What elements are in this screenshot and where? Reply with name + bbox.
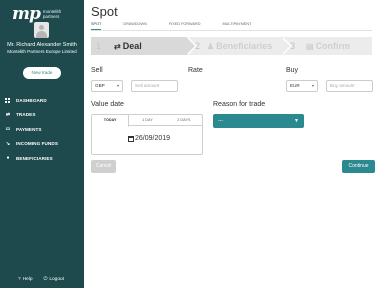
sidebar-item-payments[interactable]: ▭ PAYMENTS bbox=[5, 122, 83, 137]
step-number: 3 bbox=[290, 41, 296, 51]
sell-label: Sell bbox=[91, 67, 103, 74]
logo-mark: mp bbox=[12, 4, 41, 24]
value-date-text: 26/09/2019 bbox=[135, 135, 171, 142]
value-date-display[interactable]: 26/09/2019 bbox=[128, 135, 170, 142]
avatar[interactable] bbox=[34, 22, 49, 38]
help-link[interactable]: Help bbox=[23, 277, 33, 282]
step-deal: 1 ⇄ Deal bbox=[91, 37, 197, 55]
value-date-label: Value date bbox=[91, 101, 124, 108]
calendar-icon bbox=[128, 135, 134, 142]
step-confirm: 3 ▤ Confirm bbox=[281, 37, 372, 55]
trade-type-tabs: SPOT DRAWDOWN FIXED FORWARD MULTIPAYMENT bbox=[91, 20, 273, 30]
sidebar-item-trades[interactable]: ⇄ TRADES bbox=[5, 108, 83, 123]
logout-link[interactable]: Logout bbox=[49, 277, 64, 282]
step-label: Confirm bbox=[315, 41, 351, 51]
tab-today[interactable]: TODAY bbox=[92, 115, 130, 127]
sell-amount-input[interactable]: Sell amount bbox=[131, 80, 178, 92]
buy-currency-select[interactable]: EUR ▾ bbox=[286, 80, 318, 92]
chevron-down-icon: ▾ bbox=[116, 83, 119, 88]
company-name: Montelith Partners Europe Limited bbox=[7, 49, 77, 54]
people-icon: ♟ bbox=[207, 41, 215, 51]
cancel-button[interactable]: Cancel bbox=[91, 160, 116, 173]
sidebar-item-label: PAYMENTS bbox=[16, 126, 42, 132]
step-beneficiaries: 2 ♟ Beneficiaries bbox=[186, 37, 292, 55]
reason-select[interactable]: --- ▼ bbox=[213, 114, 304, 128]
rate-label: Rate bbox=[188, 67, 203, 74]
reason-label: Reason for trade bbox=[213, 101, 266, 108]
arrow-in-icon: ↘ bbox=[5, 140, 11, 147]
continue-button[interactable]: Continue bbox=[342, 160, 375, 173]
page-title: Spot bbox=[91, 4, 118, 19]
sidebar-item-dashboard[interactable]: DASHBOARD bbox=[5, 93, 83, 108]
logout-icon: ⏻ bbox=[43, 277, 48, 282]
tab-fixed-forward[interactable]: FIXED FORWARD bbox=[169, 20, 201, 30]
logo-text: montelith partners bbox=[43, 9, 61, 19]
value-date-tabs: TODAY 1 DAY 2 DAYS bbox=[92, 115, 202, 127]
chevron-down-icon: ▾ bbox=[311, 83, 314, 88]
step-label: Deal bbox=[122, 41, 142, 51]
document-icon: ▤ bbox=[306, 41, 314, 51]
step-label: Beneficiaries bbox=[216, 41, 273, 51]
brand-logo[interactable]: mp montelith partners bbox=[12, 4, 61, 24]
tab-2-days[interactable]: 2 DAYS bbox=[166, 115, 202, 125]
chevron-down-icon: ▼ bbox=[294, 118, 299, 124]
avatar-body bbox=[36, 31, 47, 38]
help-icon: ? bbox=[18, 276, 21, 282]
sidebar-item-label: DASHBOARD bbox=[16, 97, 47, 103]
logo-text-line2: partners bbox=[42, 14, 60, 19]
sell-currency-select[interactable]: GBP ▾ bbox=[91, 80, 123, 92]
sidebar-item-label: BENEFICIARIES bbox=[16, 155, 53, 161]
tab-drawdown[interactable]: DRAWDOWN bbox=[123, 20, 146, 30]
tabs-divider bbox=[91, 30, 372, 31]
sidebar: mp montelith partners Mr. Richard Alexan… bbox=[0, 0, 84, 288]
progress-steps: 1 ⇄ Deal 2 ♟ Beneficiaries 3 ▤ Confirm bbox=[91, 37, 372, 55]
card-icon: ▭ bbox=[5, 126, 11, 133]
buy-label: Buy bbox=[286, 67, 299, 74]
sidebar-item-label: INCOMING FUNDS bbox=[16, 141, 58, 147]
sidebar-footer: ? Help ⏻ Logout bbox=[18, 276, 66, 283]
user-name: Mr. Richard Alexander Smith bbox=[7, 42, 77, 48]
step-number: 1 bbox=[96, 41, 102, 51]
buy-currency-value: EUR bbox=[290, 83, 300, 88]
tab-1-day[interactable]: 1 DAY bbox=[129, 115, 165, 125]
exchange-icon: ⇄ bbox=[5, 111, 11, 118]
sell-currency-value: GBP bbox=[95, 83, 105, 88]
buy-amount-input[interactable]: Buy amount bbox=[326, 80, 373, 92]
sidebar-item-beneficiaries[interactable]: ● BENEFICIARIES bbox=[5, 151, 83, 166]
sidebar-item-label: TRADES bbox=[16, 112, 36, 118]
grid-icon bbox=[5, 97, 10, 103]
person-icon: ● bbox=[6, 155, 10, 162]
value-date-picker: TODAY 1 DAY 2 DAYS 26/09/2019 bbox=[91, 114, 203, 155]
tab-spot[interactable]: SPOT bbox=[91, 20, 102, 30]
exchange-icon: ⇄ bbox=[114, 41, 121, 51]
new-trade-button[interactable]: New trade bbox=[23, 67, 61, 79]
sidebar-nav: DASHBOARD ⇄ TRADES ▭ PAYMENTS ↘ INCOMING… bbox=[5, 93, 83, 166]
tab-multipayment[interactable]: MULTIPAYMENT bbox=[222, 20, 251, 30]
avatar-head bbox=[39, 25, 44, 30]
sidebar-item-incoming-funds[interactable]: ↘ INCOMING FUNDS bbox=[5, 137, 83, 152]
reason-value: --- bbox=[218, 118, 223, 124]
